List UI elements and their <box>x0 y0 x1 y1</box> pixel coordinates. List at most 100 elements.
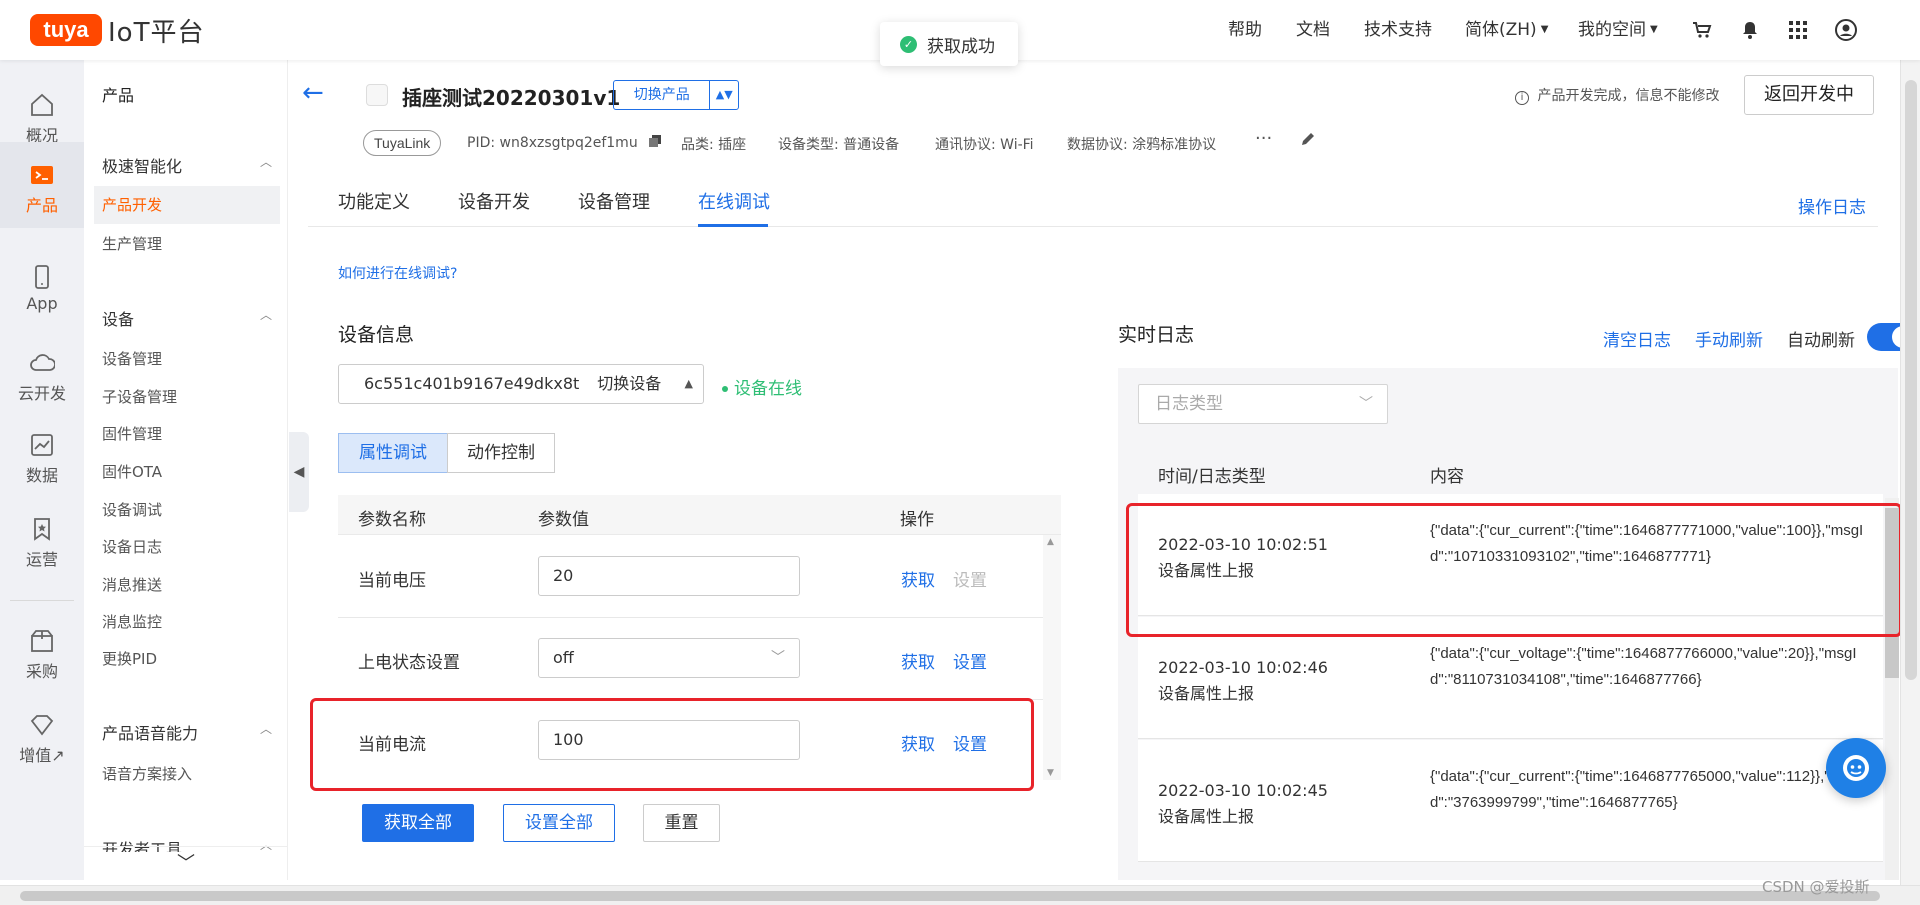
tuya-logo[interactable]: tuya <box>30 14 102 46</box>
operation-log-link[interactable]: 操作日志 <box>1798 193 1866 218</box>
log-time: 2022-03-10 10:02:46 设备属性上报 <box>1158 655 1328 707</box>
terminal-icon <box>31 166 53 184</box>
menu-item-product-dev[interactable]: 产品开发 <box>94 186 280 224</box>
log-type-placeholder: 日志类型 <box>1155 394 1223 414</box>
device-selector[interactable]: 6c551c401b9167e49dkx8t 切换设备 ▲ <box>338 364 704 404</box>
menu-group-label: 极速智能化 <box>102 157 183 176</box>
tab-device-management[interactable]: 设备管理 <box>578 188 650 214</box>
param-value-select[interactable]: off ﹀ <box>538 638 800 678</box>
nav-help[interactable]: 帮助 <box>1228 0 1262 60</box>
tab-device-development[interactable]: 设备开发 <box>458 188 530 214</box>
manual-refresh-link[interactable]: 手动刷新 <box>1695 326 1763 351</box>
menu-item-debug[interactable]: 设备调试 <box>102 499 162 520</box>
rail-item-data[interactable]: 数据 <box>0 432 84 486</box>
product-complete-text: 产品开发完成，信息不能修改 <box>1537 88 1720 104</box>
product-protocol: 通讯协议: Wi-Fi <box>935 137 1034 153</box>
menu-item-device-log[interactable]: 设备日志 <box>102 536 162 557</box>
highlight-box-current-row <box>310 698 1034 791</box>
rail-item-operation[interactable]: 运营 <box>0 516 84 570</box>
log-type-select[interactable]: 日志类型 ﹀ <box>1138 384 1388 424</box>
rail-divider <box>10 600 74 601</box>
rail-item-product[interactable]: 产品 <box>0 142 84 228</box>
log-type: 设备属性上报 <box>1158 684 1255 703</box>
tab-function-definition[interactable]: 功能定义 <box>338 188 410 214</box>
get-button[interactable]: 获取 <box>901 648 935 673</box>
user-avatar-icon[interactable] <box>1834 18 1858 42</box>
more-icon[interactable]: ··· <box>1255 128 1272 149</box>
menu-item-subdevice[interactable]: 子设备管理 <box>102 386 177 407</box>
set-all-button[interactable]: 设置全部 <box>503 804 615 842</box>
subtab-property-debug[interactable]: 属性调试 <box>338 433 448 473</box>
menu-item-firmware[interactable]: 固件管理 <box>102 423 162 444</box>
customer-service-chat-button[interactable] <box>1826 738 1886 798</box>
rail-item-overview[interactable]: 概况 <box>0 92 84 146</box>
product-data-protocol: 数据协议: 涂鸦标准协议 <box>1067 137 1217 153</box>
apps-grid-icon[interactable] <box>1786 18 1810 42</box>
bell-icon[interactable] <box>1738 18 1762 42</box>
copy-icon[interactable] <box>648 134 662 152</box>
log-col-content: 内容 <box>1430 467 1464 487</box>
menu-title: 产品 <box>102 86 135 105</box>
set-button[interactable]: 设置 <box>953 648 987 673</box>
back-arrow-icon[interactable]: ← <box>302 78 324 108</box>
rail-item-label: 增值↗ <box>19 746 65 765</box>
rail-item-app[interactable]: App <box>0 264 84 313</box>
cart-icon[interactable] <box>1690 18 1714 42</box>
log-type: 设备属性上报 <box>1158 807 1255 826</box>
rail-item-cloud[interactable]: 云开发 <box>0 350 84 404</box>
chevron-down-icon: ▼ <box>1540 24 1549 35</box>
menu-group-device[interactable]: 设备 ︿ <box>102 306 272 330</box>
table-scrollbar[interactable]: ▲ ▼ <box>1043 535 1061 780</box>
up-down-icon: ▲ <box>684 377 693 390</box>
device-status-text: 设备在线 <box>734 379 802 399</box>
page-hscroll-thumb[interactable] <box>20 891 1880 901</box>
menu-scroll-down[interactable]: ﹀ <box>84 846 288 880</box>
nav-docs[interactable]: 文档 <box>1296 0 1330 60</box>
info-icon: i <box>1515 91 1529 105</box>
switch-product-button[interactable]: 切换产品 ▲▼ <box>613 80 739 110</box>
menu-item-voice-access[interactable]: 语音方案接入 <box>102 763 192 784</box>
tab-online-debug[interactable]: 在线调试 <box>698 188 770 214</box>
param-select-value: off <box>553 648 574 667</box>
status-dot <box>722 386 728 392</box>
rail-item-purchase[interactable]: 采购 <box>0 628 84 682</box>
highlight-box-first-log <box>1126 503 1902 637</box>
clear-log-link[interactable]: 清空日志 <box>1603 326 1671 351</box>
nav-language[interactable]: 简体(ZH) ▼ <box>1465 0 1548 60</box>
menu-item-change-pid[interactable]: 更换PID <box>102 648 157 669</box>
csdn-watermark: CSDN @爱投斯 <box>1762 878 1870 896</box>
menu-group-smart[interactable]: 极速智能化 ︿ <box>102 153 272 177</box>
left-icon-rail: 概况 产品 App 云开发 数据 运营 采购 增值↗ <box>0 60 84 880</box>
menu-item-device-mgmt[interactable]: 设备管理 <box>102 348 162 369</box>
get-all-button[interactable]: 获取全部 <box>362 804 474 842</box>
check-circle-icon: ✓ <box>900 35 917 53</box>
menu-item-ota[interactable]: 固件OTA <box>102 461 162 482</box>
subtab-action-control[interactable]: 动作控制 <box>447 433 555 473</box>
param-value-input[interactable]: 20 <box>538 556 800 596</box>
nav-support[interactable]: 技术支持 <box>1364 0 1432 60</box>
bookmark-icon <box>34 518 50 541</box>
get-button[interactable]: 获取 <box>901 566 935 591</box>
chart-icon <box>31 434 53 456</box>
auto-refresh-label: 自动刷新 <box>1787 331 1855 351</box>
page-horizontal-scrollbar[interactable] <box>0 885 1920 905</box>
page-scroll-thumb[interactable] <box>1905 80 1917 680</box>
menu-item-production[interactable]: 生产管理 <box>102 233 162 254</box>
rail-item-value-added[interactable]: 增值↗ <box>0 712 84 766</box>
product-complete-note: i 产品开发完成，信息不能修改 <box>1515 85 1719 105</box>
edit-pencil-icon[interactable] <box>1300 131 1316 151</box>
reset-button[interactable]: 重置 <box>643 804 720 842</box>
menu-item-push[interactable]: 消息推送 <box>102 574 162 595</box>
nav-my-space[interactable]: 我的空间 ▼ <box>1578 0 1658 60</box>
back-to-dev-button[interactable]: 返回开发中 <box>1744 75 1874 115</box>
menu-item-monitor[interactable]: 消息监控 <box>102 611 162 632</box>
collapse-menu-tab[interactable]: ◀ <box>289 432 309 512</box>
table-row: 上电状态设置 off ﹀ 获取 设置 <box>338 618 1043 700</box>
chevron-down-icon: ﹀ <box>177 853 195 874</box>
tuyalink-tag: TuyaLink <box>363 130 442 156</box>
log-time: 2022-03-10 10:02:45 设备属性上报 <box>1158 778 1328 830</box>
nav-language-label: 简体(ZH) <box>1465 20 1537 40</box>
debug-help-link[interactable]: 如何进行在线调试? <box>338 263 457 283</box>
menu-group-voice[interactable]: 产品语音能力 ︿ <box>102 720 272 744</box>
page-vertical-scrollbar[interactable] <box>1900 60 1920 885</box>
